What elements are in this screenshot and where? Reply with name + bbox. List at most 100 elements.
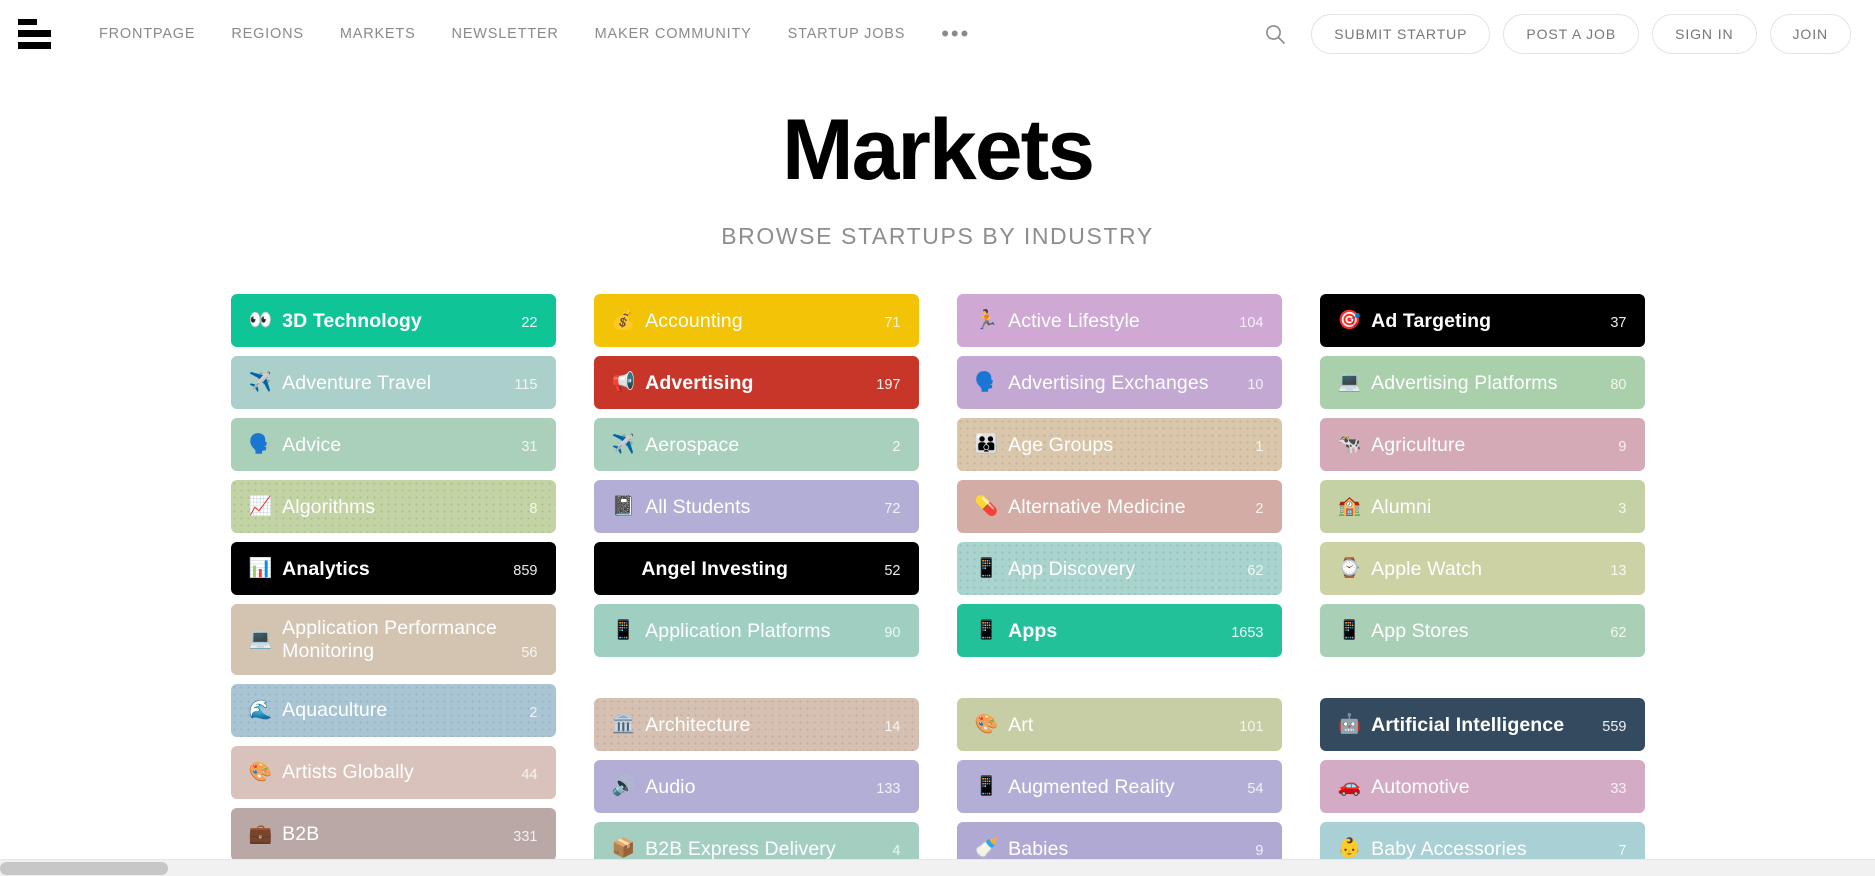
market-card[interactable]: 💼 B2B 331 — [230, 808, 556, 862]
market-card-label: All Students — [645, 495, 751, 518]
market-card[interactable]: 📊 Analytics 859 — [230, 542, 556, 596]
mobile-phone-icon: 📱 — [974, 557, 999, 580]
market-card-count: 1653 — [1231, 625, 1264, 641]
market-card-inner: 📱 Application Platforms 90 — [612, 620, 901, 642]
market-column-1: 👀 3D Technology 22 ✈️ Adventure Travel 115 🗣️ A… — [230, 294, 556, 875]
market-card[interactable]: 📱 Augmented Reality 54 — [956, 760, 1282, 814]
market-card-count: 559 — [1602, 719, 1627, 735]
hamburger-menu-icon[interactable] — [18, 18, 54, 49]
nav-item-startup-jobs[interactable]: STARTUP JOBS — [770, 18, 924, 50]
market-card-inner: 📦 B2B Express Delivery 4 — [612, 838, 901, 860]
nav-item-newsletter[interactable]: NEWSLETTER — [434, 18, 577, 50]
market-card[interactable]: 💊 Alternative Medicine 2 — [956, 480, 1282, 534]
market-card[interactable]: 🏃 Active Lifestyle 104 — [956, 294, 1282, 348]
post-a-job-button[interactable]: POST A JOB — [1503, 13, 1640, 54]
market-card[interactable]: 📱 App Discovery 62 — [956, 542, 1282, 596]
page-title: Markets — [781, 102, 1095, 198]
nav-item-maker-community[interactable]: MAKER COMMUNITY — [577, 18, 770, 50]
market-card[interactable]: 📢 Advertising 197 — [593, 356, 919, 410]
nav-item-markets[interactable]: MARKETS — [322, 18, 434, 50]
market-card[interactable]: 👀 3D Technology 22 — [230, 294, 556, 348]
market-card-count: 859 — [513, 563, 538, 579]
market-card[interactable]: 🚗 Automotive 33 — [1319, 760, 1645, 814]
market-card[interactable]: 🌊 Aquaculture 2 — [230, 684, 556, 738]
sign-in-button[interactable]: SIGN IN — [1652, 13, 1757, 54]
market-card-inner: 🚗 Automotive 33 — [1338, 776, 1627, 798]
market-card-count: 7 — [1618, 843, 1627, 859]
family-icon: 👪 — [974, 433, 999, 456]
market-card-count: 56 — [521, 645, 538, 662]
market-card[interactable]: 📱 App Stores 62 — [1319, 604, 1645, 658]
market-card[interactable]: 💻 Application Performance Monitoring 56 — [230, 604, 556, 676]
market-card-label: Artists Globally — [282, 761, 414, 784]
market-card[interactable]: 📱 Application Platforms 90 — [593, 604, 919, 658]
market-card-inner: 🎨 Art 101 — [975, 714, 1264, 736]
market-card-count: 90 — [884, 625, 901, 641]
market-card[interactable]: 🤖 Artificial Intelligence 559 — [1319, 698, 1645, 752]
market-card[interactable]: 🎯 Ad Targeting 37 — [1319, 294, 1645, 348]
market-card-count: 71 — [884, 315, 901, 331]
market-card-label: Accounting — [645, 309, 743, 332]
market-card[interactable]: 👪 Age Groups 1 — [956, 418, 1282, 472]
main-navigation: FRONTPAGE REGIONS MARKETS NEWSLETTER MAK… — [81, 18, 1258, 50]
speaker-icon: 🔊 — [611, 775, 636, 798]
market-card-inner: 🎨 Artists Globally 44 — [249, 761, 538, 783]
scrollbar-thumb[interactable] — [0, 862, 168, 875]
market-card-count: 2 — [1255, 501, 1264, 517]
cow-icon: 🐄 — [1337, 433, 1362, 456]
market-card-count: 80 — [1610, 377, 1627, 393]
market-card-label: Advertising — [645, 371, 754, 394]
horizontal-scrollbar[interactable] — [0, 859, 1875, 876]
market-card[interactable]: 🗣️ Advertising Exchanges 10 — [956, 356, 1282, 410]
market-card[interactable]: 😇 Angel Investing 52 — [593, 542, 919, 596]
car-icon: 🚗 — [1337, 775, 1362, 798]
submit-startup-button[interactable]: SUBMIT STARTUP — [1311, 13, 1491, 54]
market-card-count: 44 — [521, 766, 538, 783]
robot-icon: 🤖 — [1337, 713, 1362, 736]
join-button[interactable]: JOIN — [1769, 13, 1851, 54]
market-card[interactable]: 🏛️ Architecture 14 — [593, 698, 919, 752]
hamburger-bar-2 — [18, 30, 51, 37]
speaking-head-icon: 🗣️ — [248, 433, 273, 456]
laptop-icon: 💻 — [248, 628, 273, 651]
market-card[interactable]: 📓 All Students 72 — [593, 480, 919, 534]
nav-item-regions[interactable]: REGIONS — [213, 18, 321, 50]
market-card[interactable]: 💻 Advertising Platforms 80 — [1319, 356, 1645, 410]
market-card[interactable]: ✈️ Adventure Travel 115 — [230, 356, 556, 410]
market-card-count: 1 — [1255, 439, 1264, 455]
market-card-label: Ad Targeting — [1371, 309, 1492, 332]
search-icon[interactable] — [1258, 17, 1292, 51]
market-card[interactable]: 🏫 Alumni 3 — [1319, 480, 1645, 534]
market-card[interactable]: 🎨 Artists Globally 44 — [230, 746, 556, 800]
market-card-count: 331 — [513, 828, 538, 845]
market-card-label: Application Performance Monitoring — [282, 617, 497, 662]
market-column-3: 🏃 Active Lifestyle 104 🗣️ Advertising Exchan… — [956, 294, 1282, 876]
nav-overflow-icon[interactable]: ••• — [923, 22, 988, 44]
dart-icon: 🎯 — [1337, 309, 1362, 332]
market-card[interactable]: ✈️ Aerospace 2 — [593, 418, 919, 472]
chart-increasing-icon: 📈 — [248, 495, 273, 518]
market-card-label: Audio — [645, 775, 696, 798]
airplane-icon: ✈️ — [611, 433, 636, 456]
market-card[interactable]: 🔊 Audio 133 — [593, 760, 919, 814]
market-card-label: Age Groups — [1008, 433, 1114, 456]
market-card[interactable]: ⌚ Apple Watch 13 — [1319, 542, 1645, 596]
market-card-label: Application Platforms — [645, 619, 831, 642]
market-card[interactable]: 🐄 Agriculture 9 — [1319, 418, 1645, 472]
market-card-count: 22 — [521, 315, 538, 331]
market-card-inner: 🗣️ Advertising Exchanges 10 — [975, 372, 1264, 394]
nav-item-frontpage[interactable]: FRONTPAGE — [81, 18, 213, 50]
market-card[interactable]: 🎨 Art 101 — [956, 698, 1282, 752]
market-card[interactable]: 📱 Apps 1653 — [956, 604, 1282, 658]
market-card-inner: 🐄 Agriculture 9 — [1338, 434, 1627, 456]
mobile-phone-icon: 📱 — [974, 619, 999, 642]
market-card-count: 9 — [1618, 439, 1627, 455]
market-card[interactable]: 🗣️ Advice 31 — [230, 418, 556, 472]
market-card[interactable]: 📈 Algorithms 8 — [230, 480, 556, 534]
market-card-inner: 🎯 Ad Targeting 37 — [1338, 310, 1627, 332]
market-card-label: Automotive — [1371, 775, 1470, 798]
header-actions: SUBMIT STARTUP POST A JOB SIGN IN JOIN — [1258, 13, 1851, 54]
hamburger-bar-3 — [18, 41, 51, 49]
market-card-inner: 💼 B2B 331 — [249, 823, 538, 845]
market-card[interactable]: 💰 Accounting 71 — [593, 294, 919, 348]
